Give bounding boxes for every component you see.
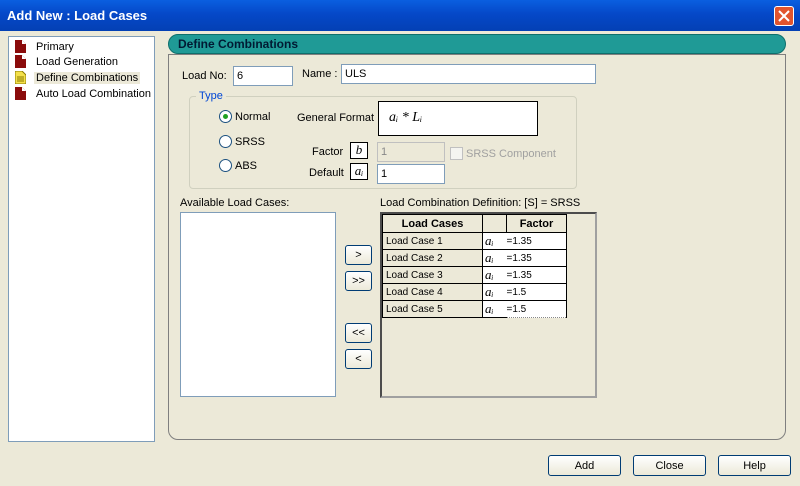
table-row[interactable]: Load Case 5 aᵢ =1.5: [382, 300, 567, 318]
add-all-button[interactable]: >>: [345, 271, 372, 291]
table-row[interactable]: Load Case 2 aᵢ =1.35: [382, 249, 567, 267]
document-icon: [15, 87, 26, 100]
factor-value-cell[interactable]: =1.5: [506, 283, 567, 301]
add-button[interactable]: Add: [548, 455, 621, 476]
document-active-icon: [15, 71, 26, 84]
factor-value-cell[interactable]: =1.35: [506, 232, 567, 250]
available-load-cases-list[interactable]: [180, 212, 336, 397]
nav-tree: Primary Load Generation Define Combinati…: [8, 36, 155, 442]
radio-srss-label[interactable]: SRSS: [235, 136, 265, 148]
factor-value-cell[interactable]: =1.35: [506, 266, 567, 284]
column-header-load-cases[interactable]: Load Cases: [382, 214, 483, 233]
type-legend: Type: [196, 90, 226, 102]
document-icon: [15, 40, 26, 53]
nav-item-label: Load Generation: [36, 55, 118, 68]
load-case-name: Load Case 1: [382, 232, 483, 250]
factor-symbol-cell: aᵢ: [482, 232, 507, 250]
general-format-label: General Format :: [297, 112, 381, 124]
load-case-name: Load Case 3: [382, 266, 483, 284]
panel-title: Define Combinations: [178, 37, 299, 51]
radio-normal-label[interactable]: Normal: [235, 111, 270, 123]
default-label: Default: [309, 167, 344, 179]
nav-item-label: Define Combinations: [34, 71, 141, 84]
factor-input[interactable]: [377, 142, 445, 162]
default-factor-input[interactable]: [377, 164, 445, 184]
table-row[interactable]: Load Case 4 aᵢ =1.5: [382, 283, 567, 301]
name-input[interactable]: [341, 64, 596, 84]
combination-table: Load Cases Factor Load Case 1 aᵢ =1.35 L…: [382, 214, 567, 318]
factor-symbol-cell: aᵢ: [482, 283, 507, 301]
nav-item-primary[interactable]: Primary: [15, 39, 76, 54]
factor-symbol-cell: aᵢ: [482, 300, 507, 318]
factor-symbol-cell: aᵢ: [482, 266, 507, 284]
factor-value-cell[interactable]: =1.35: [506, 249, 567, 267]
nav-item-label: Primary: [36, 40, 74, 53]
factor-label: Factor: [312, 146, 344, 158]
help-button[interactable]: Help: [718, 455, 791, 476]
load-case-name: Load Case 2: [382, 249, 483, 267]
default-symbol: aᵢ: [350, 163, 368, 180]
available-load-cases-label: Available Load Cases:: [180, 197, 290, 209]
remove-selected-button[interactable]: <: [345, 349, 372, 369]
name-label: Name :: [302, 68, 338, 80]
load-case-name: Load Case 4: [382, 283, 483, 301]
factor-symbol: b: [350, 142, 368, 159]
panel-header: Define Combinations: [168, 34, 786, 54]
nav-item-define-combinations[interactable]: Define Combinations: [15, 70, 141, 85]
factor-symbol-cell: aᵢ: [482, 249, 507, 267]
factor-value-cell[interactable]: =1.5: [506, 300, 567, 318]
definition-label: Load Combination Definition: [S] = SRSS: [380, 197, 581, 209]
window-close-button[interactable]: [774, 6, 794, 26]
add-selected-button[interactable]: >: [345, 245, 372, 265]
table-row[interactable]: Load Case 1 aᵢ =1.35: [382, 232, 567, 250]
nav-item-load-generation[interactable]: Load Generation: [15, 54, 120, 69]
radio-abs-label[interactable]: ABS: [235, 160, 257, 172]
close-button[interactable]: Close: [633, 455, 706, 476]
document-icon: [15, 55, 26, 68]
srss-component-checkbox[interactable]: [450, 147, 463, 160]
load-no-label: Load No:: [182, 70, 227, 82]
general-format-formula: aᵢ * Lᵢ: [389, 110, 423, 125]
add-new-load-cases-dialog: Add New : Load Cases Primary Load Genera…: [0, 0, 800, 486]
load-combination-grid[interactable]: Load Cases Factor Load Case 1 aᵢ =1.35 L…: [380, 212, 597, 398]
remove-all-button[interactable]: <<: [345, 323, 372, 343]
column-header-spacer: [482, 214, 507, 233]
radio-abs[interactable]: [219, 159, 232, 172]
radio-normal[interactable]: [219, 110, 232, 123]
radio-srss[interactable]: [219, 135, 232, 148]
nav-item-auto-load-combination[interactable]: Auto Load Combination: [15, 86, 153, 101]
nav-item-label: Auto Load Combination: [36, 87, 151, 100]
general-format-box: aᵢ * Lᵢ: [378, 101, 538, 136]
srss-component-label[interactable]: SRSS Component: [466, 148, 556, 160]
table-row[interactable]: Load Case 3 aᵢ =1.35: [382, 266, 567, 284]
close-icon: [778, 10, 790, 22]
window-title: Add New : Load Cases: [7, 8, 148, 23]
load-no-input[interactable]: [233, 66, 293, 86]
title-bar[interactable]: Add New : Load Cases: [0, 0, 800, 31]
load-case-name: Load Case 5: [382, 300, 483, 318]
column-header-factor[interactable]: Factor: [506, 214, 567, 233]
